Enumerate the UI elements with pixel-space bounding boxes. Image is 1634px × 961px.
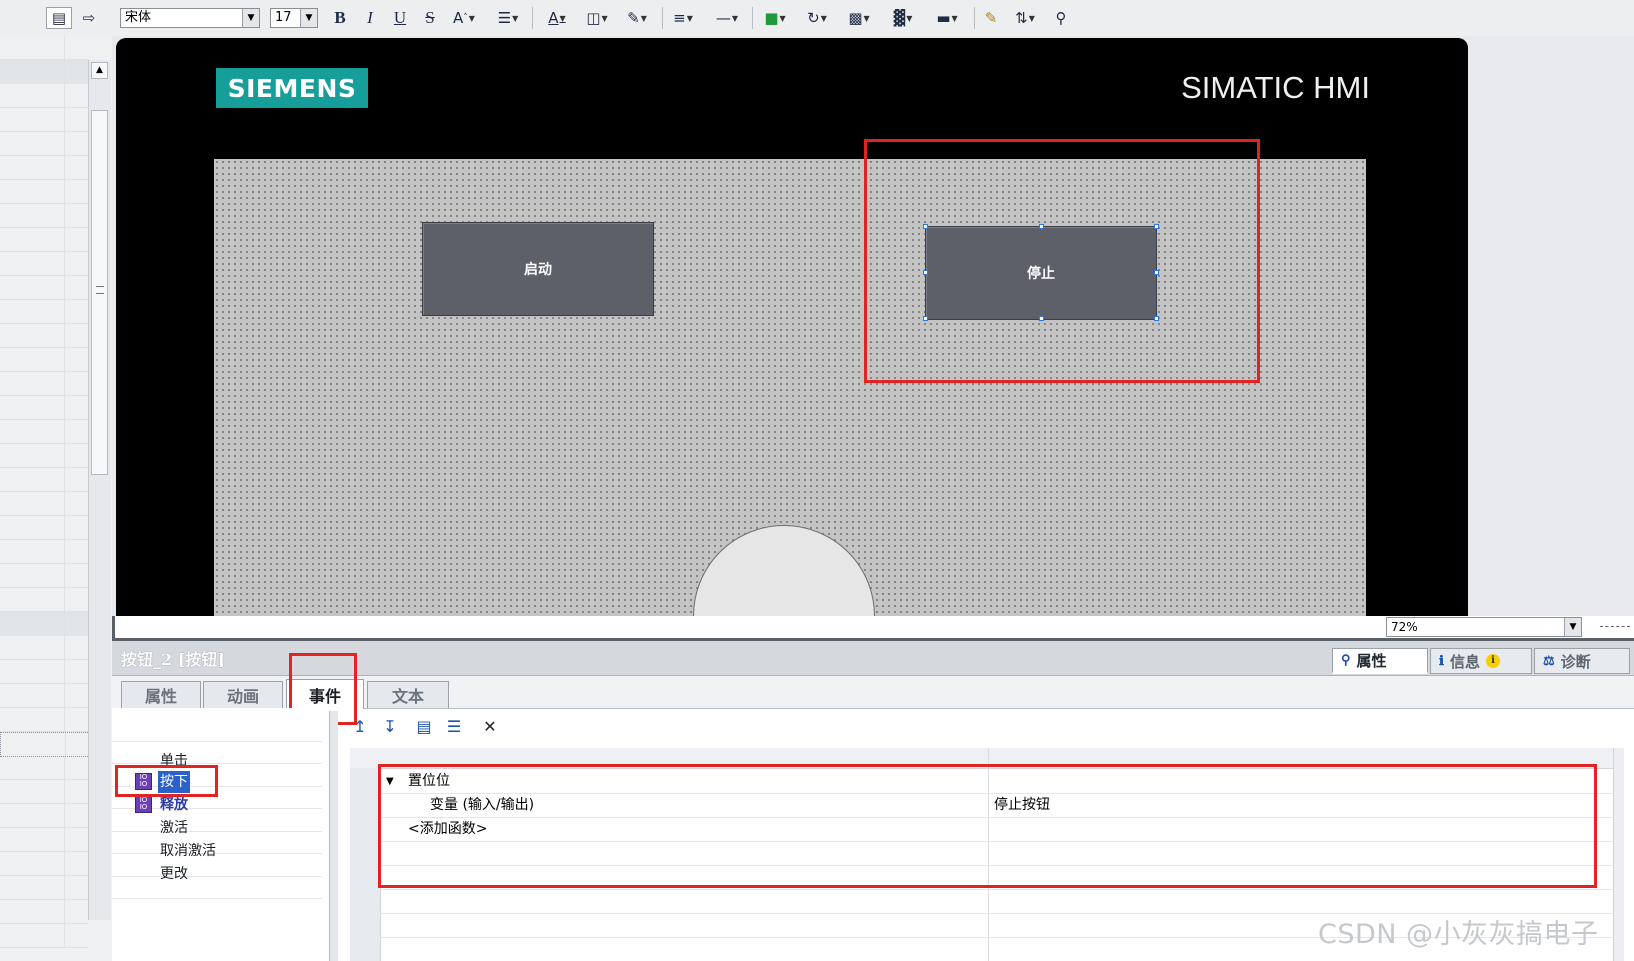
line-weight-icon[interactable]: ≡ ▼ [668, 7, 698, 29]
font-size-value: 17 [275, 10, 292, 25]
project-tree-panel: ▲ [0, 36, 115, 961]
chevron-up-icon[interactable]: ▲ [91, 62, 108, 79]
font-color-icon[interactable]: A ▼ [540, 7, 574, 29]
info-icon: i [1485, 654, 1500, 668]
empty-row [380, 890, 1623, 914]
subtab-animations[interactable]: 动画 [203, 681, 283, 708]
watermark: CSDN @小灰灰搞电子 [1318, 919, 1599, 950]
font-family-value: 宋体 [125, 10, 152, 25]
function-list-icon: IO IO [135, 796, 152, 813]
tab-diagnostics-label: 诊断 [1560, 652, 1591, 671]
inspector-title: 按钮_2 [按钮] [121, 650, 225, 669]
same-size-icon[interactable]: ▬ ▼ [930, 7, 964, 29]
bold-button[interactable]: B [330, 7, 350, 29]
events-list [112, 708, 332, 961]
chevron-down-icon: ▼ [242, 9, 259, 27]
underline-button[interactable]: U [390, 7, 410, 29]
tab-diagnostics[interactable]: ⚖ 诊断 [1534, 648, 1630, 674]
move-down-icon[interactable]: ↧ [378, 716, 402, 738]
text-size-icon[interactable]: A ˄ ▼ [448, 7, 480, 29]
events-scrollbar[interactable] [329, 711, 338, 961]
magnifier-icon: ⚲ [1341, 652, 1351, 668]
bring-front-icon[interactable]: ■ ▼ [758, 7, 792, 29]
event-deactivate[interactable]: 取消激活 [160, 840, 216, 862]
device-title: SIMATIC HMI [1181, 70, 1370, 105]
fill-color-icon[interactable]: ◫ ▼ [580, 7, 614, 29]
function-list-gutter [350, 768, 381, 961]
event-release[interactable]: 释放 [160, 794, 188, 816]
move-up-icon[interactable]: ↥ [348, 716, 372, 738]
left-panel-scrollbar[interactable]: ▲ [88, 60, 111, 920]
tab-info[interactable]: ℹ 信息 i [1430, 648, 1532, 674]
subtab-properties[interactable]: 属性 [121, 681, 201, 708]
info-list-icon: ℹ [1439, 653, 1444, 669]
font-size-select[interactable]: 17 ▼ [270, 8, 318, 28]
zoom-select[interactable]: 72% ▼ [1386, 617, 1582, 637]
zoom-value: 72% [1391, 620, 1418, 634]
tab-order-icon[interactable]: ⇅ ▼ [1008, 7, 1042, 29]
start-button[interactable]: 启动 [422, 222, 654, 316]
zoom-slider[interactable] [1600, 624, 1630, 627]
expand-all-icon[interactable]: ☰ [442, 716, 466, 738]
format-toolbar: ▤ ⇨ 宋体 ▼ 17 ▼ B I U S A ˄ ▼ ☰ ▼ A ▼ ◫ ▼ ✎ ▼ ≡ ▼… [0, 0, 1634, 37]
export-icon[interactable]: ⇨ [78, 7, 100, 29]
format-painter-icon[interactable]: ✎ [980, 7, 1002, 29]
annotation-highlight [864, 139, 1260, 383]
delete-icon[interactable]: ✕ [478, 716, 502, 738]
line-style-icon[interactable]: — ▼ [712, 7, 742, 29]
tab-info-label: 信息 [1449, 652, 1480, 671]
subtab-texts[interactable]: 文本 [367, 681, 449, 708]
chevron-down-icon: ▼ [1564, 618, 1581, 636]
annotation-highlight [378, 764, 1597, 888]
diagnostics-icon: ⚖ [1543, 653, 1555, 669]
align-center-icon[interactable]: ▩ ▼ [842, 7, 876, 29]
font-family-select[interactable]: 宋体 ▼ [120, 8, 260, 28]
event-change[interactable]: 更改 [160, 863, 188, 885]
line-color-icon[interactable]: ✎ ▼ [620, 7, 654, 29]
tab-properties[interactable]: ⚲ 属性 [1332, 648, 1428, 674]
event-activate[interactable]: 激活 [160, 817, 188, 839]
strikethrough-button[interactable]: S [420, 7, 440, 29]
circle-shape[interactable] [693, 525, 875, 616]
chevron-down-icon: ▼ [300, 9, 317, 27]
italic-button[interactable]: I [360, 7, 380, 29]
zoom-area-icon[interactable]: ⚲ [1050, 7, 1072, 29]
rotate-icon[interactable]: ↻ ▼ [800, 7, 834, 29]
distribute-icon[interactable]: ▓ ▼ [886, 7, 920, 29]
start-button-label: 启动 [524, 262, 552, 278]
align-icon[interactable]: ☰ ▼ [490, 7, 526, 29]
function-list-scrollbar[interactable] [1613, 748, 1624, 961]
view-icon[interactable]: ▤ [46, 7, 72, 29]
scroll-thumb[interactable] [91, 110, 108, 475]
annotation-highlight [115, 765, 218, 797]
siemens-logo: SIEMENS [216, 68, 368, 108]
insert-function-icon[interactable]: ▤ [412, 716, 436, 738]
tab-properties-label: 属性 [1356, 651, 1387, 670]
